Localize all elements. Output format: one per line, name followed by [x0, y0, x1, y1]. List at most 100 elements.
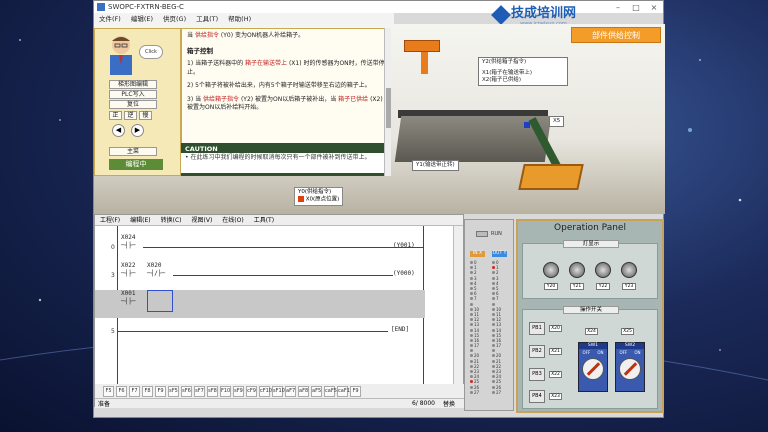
io-address: 17 — [496, 343, 502, 349]
sw1-selector[interactable]: SW1 OFF ON — [578, 342, 608, 392]
title-bar: SWOPC-FXTRN-BEG-C – □ × — [94, 1, 663, 13]
end-instruction: [END] — [391, 326, 410, 333]
tool-op-icon[interactable]: aF8 — [298, 385, 309, 397]
next-page-icon[interactable]: ▶ — [131, 124, 144, 137]
sw2-label: SW2 — [616, 343, 644, 349]
sw1-knob-icon[interactable] — [582, 358, 604, 380]
tool-par-rising-icon[interactable]: sF7 — [194, 385, 205, 397]
tool-delete-h-icon[interactable]: cF9 — [246, 385, 257, 397]
tool-contact-nc-icon[interactable]: F7 — [129, 385, 140, 397]
tool-hline-icon[interactable]: F10 — [220, 385, 231, 397]
ladder-rung[interactable]: 5 [END] — [95, 318, 425, 346]
tool-rising-pulse-icon[interactable]: aF5 — [311, 385, 322, 397]
status-steps: 6/ 8000 — [411, 400, 435, 407]
tool-vline-icon[interactable]: sF9 — [233, 385, 244, 397]
io-led-icon — [492, 380, 495, 384]
operation-panel: Operation Panel 灯显示 Y20 Y21 Y22 Y23 操作开关… — [516, 219, 664, 413]
ladder-edit-button[interactable]: 梯形图编辑 — [109, 80, 157, 89]
lamp-y20 — [543, 262, 559, 278]
tool-par-falling-icon[interactable]: sF8 — [207, 385, 218, 397]
label-x0: X0(原点位置) — [305, 196, 340, 203]
tool-invert-icon[interactable]: aF7 — [285, 385, 296, 397]
menu-file[interactable]: 文件(F) — [99, 13, 121, 24]
io-led-icon — [470, 380, 473, 384]
instruction-scrollbar[interactable] — [384, 28, 391, 176]
io-led-icon — [470, 261, 473, 265]
main-menu: 文件(F) 编辑(E) 供页(G) 工具(T) 帮助(H) — [94, 13, 394, 24]
slow-button[interactable]: 慢 — [139, 111, 152, 120]
tool-falling-pulse-icon[interactable]: caF5 — [324, 385, 337, 397]
sw1-on: ON — [597, 350, 604, 355]
ladder-rung[interactable]: 3 X022 ─┤├─ X020 ─┤/├─ (Y000) — [95, 262, 425, 290]
maximize-icon[interactable]: □ — [627, 3, 645, 12]
menu-page[interactable]: 供页(G) — [163, 13, 186, 24]
plc-write-button[interactable]: PLC写入 — [109, 90, 157, 99]
reverse-button[interactable]: 逆 — [124, 111, 137, 120]
ladder-rung[interactable]: 0 X024 ─┤├─ (Y001) — [95, 234, 425, 262]
tool-apply-icon[interactable]: sF10 — [272, 385, 285, 397]
io-led-icon — [470, 390, 473, 394]
editor-menu-tools[interactable]: 工具(T) — [254, 215, 274, 225]
io-led-icon — [492, 375, 495, 379]
ladder-diagram[interactable]: 0 X024 ─┤├─ (Y001) 3 X022 ─┤├─ X020 ─┤/├… — [95, 226, 425, 384]
sw1-label: SW1 — [579, 343, 607, 349]
rung-wire — [118, 331, 388, 332]
label-y1: Y1(输送带正转) — [412, 160, 459, 171]
caution-box: CAUTION • 在此练习中我们编程的时候取消每次只有一个部件被补到传送带上。 — [181, 143, 384, 176]
tool-line-icon[interactable]: caF10 — [337, 385, 353, 397]
io-led-icon — [470, 307, 473, 311]
editor-menu-project[interactable]: 工程(F) — [100, 215, 120, 225]
menu-help[interactable]: 帮助(H) — [228, 13, 251, 24]
x0-indicator-icon — [298, 196, 304, 202]
pb2-tag: X21 — [549, 348, 562, 355]
prev-page-icon[interactable]: ◀ — [112, 124, 125, 137]
io-led-icon — [492, 307, 495, 311]
forward-button[interactable]: 正 — [109, 111, 122, 120]
menu-edit[interactable]: 编辑(E) — [131, 13, 153, 24]
io-led-icon — [492, 385, 495, 389]
tool-contact-no-icon[interactable]: F5 — [103, 385, 114, 397]
simulator-window: SWOPC-FXTRN-BEG-C – □ × 文件(F) 编辑(E) 供页(G… — [93, 0, 665, 418]
tool-rising-icon[interactable]: sF5 — [168, 385, 179, 397]
sw2-selector[interactable]: SW2 OFF ON — [615, 342, 645, 392]
tool-falling-icon[interactable]: sF6 — [181, 385, 192, 397]
io-led-icon — [470, 338, 473, 342]
main-menu-button[interactable]: 主菜 — [109, 147, 157, 156]
app-icon — [97, 3, 105, 11]
reset-button[interactable]: 复位 — [109, 100, 157, 109]
editor-menu-edit[interactable]: 编辑(E) — [130, 215, 150, 225]
sw2-knob-icon[interactable] — [619, 358, 641, 380]
editor-menu-online[interactable]: 在线(O) — [222, 215, 243, 225]
edit-cursor[interactable] — [147, 290, 173, 312]
editor-menu-convert[interactable]: 转换(C) — [161, 215, 182, 225]
minimize-icon[interactable]: – — [609, 3, 627, 12]
ladder-rung-selected[interactable]: X001 ─┤├─ — [95, 290, 425, 318]
io-led-icon — [470, 297, 473, 301]
rung-number: 5 — [111, 328, 115, 335]
scene-title-button[interactable]: 部件供给控制 — [571, 27, 661, 43]
contact-symbol: ─┤├─ — [121, 270, 136, 277]
caution-text: • 在此练习中我们编程的时候取消每次只有一个部件被补到传送带上。 — [181, 153, 384, 173]
contact-label: X022 — [121, 262, 136, 269]
pb4-button[interactable]: PB4 — [529, 390, 545, 403]
sw1-tag: X24 — [585, 328, 598, 335]
tool-coil-icon[interactable]: F9 — [155, 385, 166, 397]
pb1-button[interactable]: PB1 — [529, 322, 545, 335]
pb3-button[interactable]: PB3 — [529, 368, 545, 381]
tool-parallel-nc-icon[interactable]: F8 — [142, 385, 153, 397]
editor-scrollbar[interactable] — [453, 226, 463, 384]
menu-tools[interactable]: 工具(T) — [196, 13, 218, 24]
tool-parallel-no-icon[interactable]: F6 — [116, 385, 127, 397]
coil-symbol: (Y001) — [393, 242, 415, 249]
editor-menu-view[interactable]: 视图(V) — [192, 215, 213, 225]
io-led-icon — [470, 276, 473, 280]
io-address: 17 — [474, 343, 480, 349]
close-icon[interactable]: × — [645, 3, 663, 12]
tool-delete-v-icon[interactable]: cF10 — [259, 385, 272, 397]
lamp-y23 — [621, 262, 637, 278]
ladder-editor: 工程(F) 编辑(E) 转换(C) 视图(V) 在线(O) 工具(T) 0 X0… — [94, 214, 465, 408]
io-address: 27 — [496, 389, 502, 395]
sw2-off: OFF — [619, 350, 628, 355]
tool-convert-icon[interactable]: F9 — [350, 385, 361, 397]
pb2-button[interactable]: PB2 — [529, 345, 545, 358]
